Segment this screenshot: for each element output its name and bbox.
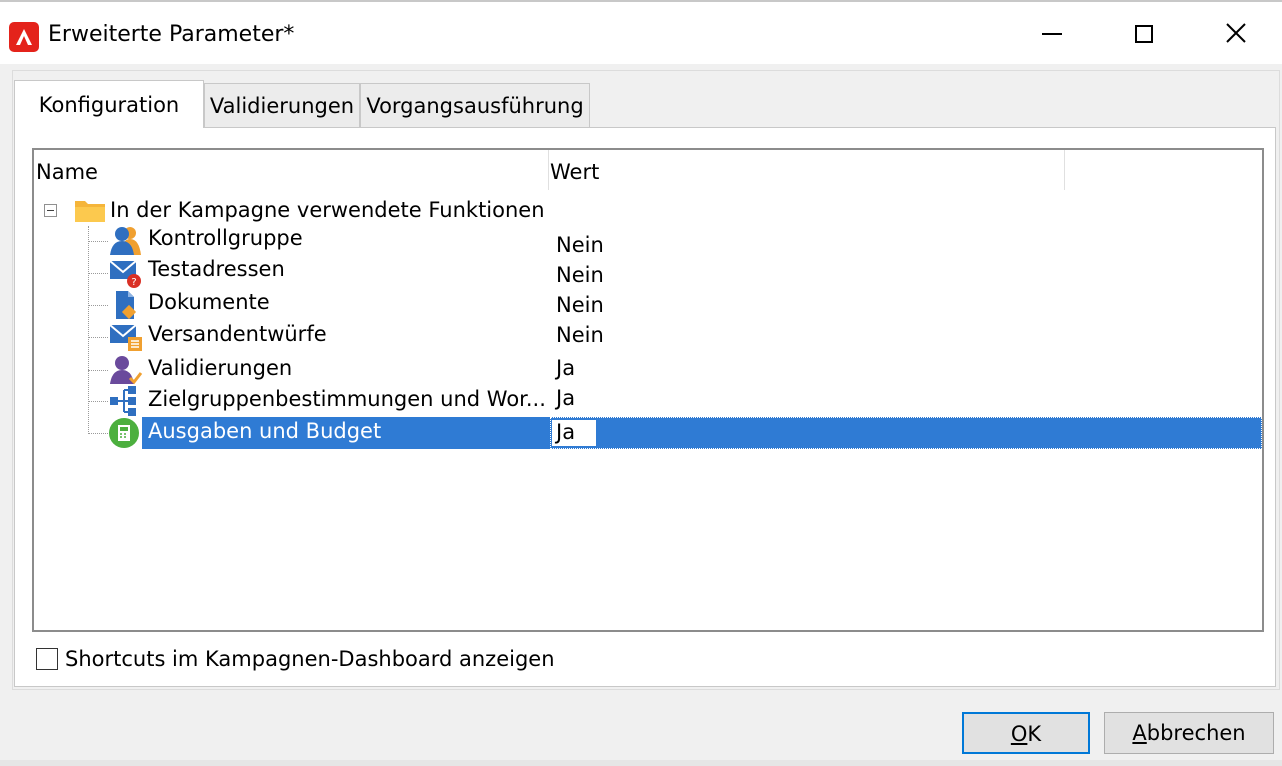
window-bottom-edge (0, 760, 1282, 766)
tree-row-value[interactable]: Ja (556, 417, 575, 447)
tab-vorgangsausfuehrung[interactable]: Vorgangsausführung (360, 83, 590, 127)
minimize-icon (1042, 33, 1062, 35)
tree-row-value[interactable]: Nein (556, 320, 604, 350)
ok-button[interactable]: OK (962, 712, 1090, 754)
minimize-button[interactable] (1006, 2, 1098, 64)
window-title: Erweiterte Parameter* (48, 22, 295, 47)
documents-icon (116, 291, 137, 320)
tree-row-value[interactable]: Ja (556, 353, 575, 383)
grid-header: Name Wert (34, 150, 1262, 190)
tree-row-value[interactable]: Nein (556, 260, 604, 290)
tree-row-label: Kontrollgruppe (148, 226, 303, 250)
maximize-button[interactable] (1098, 2, 1190, 64)
column-header-name[interactable]: Name (36, 150, 98, 190)
maximize-icon (1135, 25, 1153, 43)
tree-row-validierungen[interactable]: Validierungen Ja (34, 353, 1262, 385)
column-header-value[interactable]: Wert (550, 150, 599, 190)
close-button[interactable] (1190, 2, 1282, 64)
folder-icon (75, 201, 105, 222)
ok-label: K (1027, 722, 1042, 746)
test-address-icon: ? (109, 260, 141, 288)
tree-row-label: Zielgruppenbestimmungen und Wor... (148, 387, 546, 411)
tab-validierungen[interactable]: Validierungen (204, 83, 360, 127)
tree-row-label: Versandentwürfe (148, 322, 327, 346)
tree-row-ausgaben-und-budget[interactable]: Ausgaben und Budget Ja (34, 418, 1262, 448)
shortcuts-checkbox[interactable] (36, 648, 58, 670)
tree-row-value[interactable]: Nein (556, 290, 604, 320)
targeting-workflow-icon (110, 386, 136, 416)
budget-icon (109, 418, 139, 448)
tree-folder-label: In der Kampagne verwendete Funktionen (110, 198, 545, 222)
adobe-campaign-logo-icon (9, 22, 39, 52)
cancel-mnemonic: A (1132, 721, 1147, 745)
tree-row-testadressen[interactable]: ? Testadressen Nein (34, 257, 1262, 290)
column-separator[interactable] (1064, 150, 1065, 190)
tree-row-value[interactable]: Nein (556, 230, 604, 260)
parameters-tree-grid[interactable]: Name Wert In der Kampagne verwendete Fun… (32, 148, 1264, 632)
tree-row-dokumente[interactable]: Dokumente Nein (34, 289, 1262, 320)
cancel-label: bbrechen (1146, 721, 1246, 745)
shortcuts-checkbox-label[interactable]: Shortcuts im Kampagnen-Dashboard anzeige… (65, 643, 555, 675)
ok-mnemonic: O (1010, 722, 1028, 746)
title-bar: Erweiterte Parameter* (0, 0, 1282, 64)
tree-row-versandentwuerfe[interactable]: Versandentwürfe Nein (34, 321, 1262, 351)
tree-folder-row[interactable]: In der Kampagne verwendete Funktionen (34, 195, 1262, 225)
validations-icon (110, 356, 143, 385)
close-icon (1226, 23, 1246, 43)
delivery-templates-icon (109, 324, 142, 351)
collapse-toggle-icon[interactable] (44, 204, 57, 217)
tree-row-label: Validierungen (148, 356, 293, 380)
tree-row-label: Dokumente (148, 290, 270, 314)
tree-row-kontrollgruppe[interactable]: Kontrollgruppe Nein (34, 225, 1262, 257)
column-separator[interactable] (548, 150, 549, 190)
tab-konfiguration[interactable]: Konfiguration (14, 80, 204, 128)
svg-text:?: ? (131, 277, 136, 288)
tree-row-value[interactable]: Ja (556, 383, 575, 413)
control-group-icon (110, 227, 141, 255)
tree-row-label: Testadressen (148, 257, 285, 281)
tree-row-label: Ausgaben und Budget (148, 419, 382, 443)
tree-row-zielgruppenbestimmungen[interactable]: Zielgruppenbestimmungen und Wor... Ja (34, 383, 1262, 416)
cancel-button[interactable]: Abbrechen (1104, 712, 1274, 754)
